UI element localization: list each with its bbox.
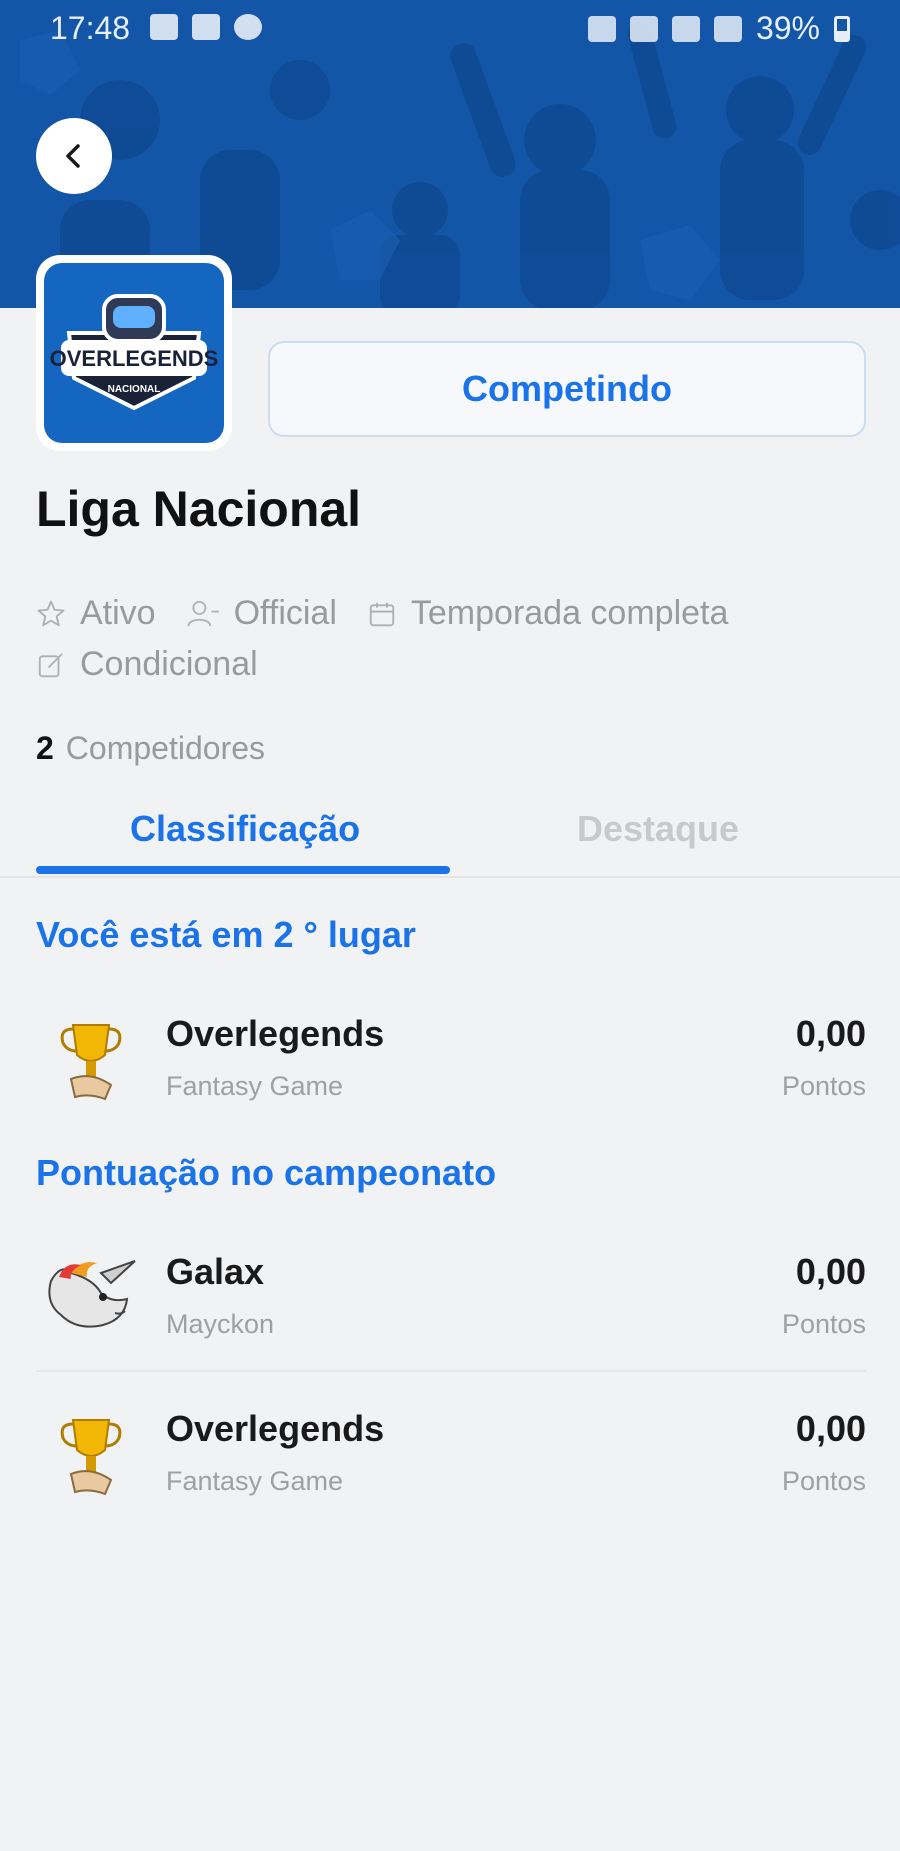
league-meta-row-2: Condicional [36, 645, 288, 684]
entry-subtitle: Fantasy Game [166, 1466, 344, 1496]
list-item[interactable]: Overlegends Fantasy Game 0,00 Pontos [36, 1400, 866, 1520]
edit-icon [38, 652, 63, 677]
image-icon [150, 14, 178, 40]
entry-score-unit: Pontos [781, 1466, 866, 1496]
meta-mode-label: Condicional [80, 645, 258, 683]
user-icon [187, 600, 219, 626]
league-logo: OVERLEGENDS NACIONAL [36, 255, 232, 451]
meta-season-label: Temporada completa [410, 594, 729, 632]
entry-score-unit: Pontos [781, 1309, 866, 1339]
chevron-left-icon [66, 144, 80, 168]
svg-text:NACIONAL: NACIONAL [108, 384, 161, 395]
meta-mode: Condicional [36, 645, 258, 684]
meta-type: Official [186, 594, 337, 633]
meta-season: Temporada completa [367, 594, 729, 633]
volte-icon [629, 15, 658, 42]
battery-icon [834, 15, 850, 42]
entry-subtitle: Mayckon [166, 1309, 275, 1339]
entry-score: 0,00 [795, 1013, 866, 1054]
alarm-icon [587, 15, 616, 42]
my-position-title: Você está em 2 ° lugar [36, 914, 416, 955]
unicorn-icon [36, 1243, 146, 1353]
entry-name: Galax [166, 1251, 265, 1292]
page-title: Liga Nacional [36, 481, 362, 537]
championship-title: Pontuação no campeonato [36, 1152, 497, 1193]
s-app-icon [234, 14, 262, 40]
svg-text:OVERLEGENDS: OVERLEGENDS [50, 346, 219, 371]
list-divider [36, 1370, 866, 1372]
overlegends-shield-logo: OVERLEGENDS NACIONAL [50, 294, 219, 411]
list-item[interactable]: Overlegends Fantasy Game 0,00 Pontos [36, 1005, 866, 1125]
entry-name: Overlegends [166, 1408, 385, 1449]
active-tab-indicator [36, 866, 450, 874]
meta-status: Ativo [36, 594, 156, 633]
meta-status-label: Ativo [80, 594, 156, 632]
competitors-label: Competidores [65, 730, 265, 766]
competitors-number: 2 [36, 730, 54, 766]
tab-destaque[interactable]: Destaque [577, 808, 739, 850]
calendar-icon [369, 602, 395, 626]
entry-score: 0,00 [795, 1408, 866, 1449]
tab-classificacao[interactable]: Classificação [130, 808, 360, 850]
status-notification-icons [150, 14, 262, 40]
meta-type-label: Official [233, 594, 337, 632]
entry-subtitle: Fantasy Game [166, 1071, 344, 1101]
star-icon [37, 600, 65, 626]
status-time: 17:48 [50, 10, 131, 46]
entry-score: 0,00 [795, 1251, 866, 1292]
trophy-icon [36, 1400, 146, 1510]
list-item[interactable]: Galax Mayckon 0,00 Pontos [36, 1243, 866, 1363]
status-bar: 17:48 39% [0, 0, 900, 60]
competitors-count: 2 Competidores [36, 730, 265, 767]
signal-icon [713, 15, 742, 42]
competing-status-button[interactable]: Competindo [268, 341, 866, 437]
back-button[interactable] [36, 118, 112, 194]
data-saver-icon [192, 14, 220, 40]
status-system-icons: 39% [587, 10, 850, 47]
league-meta-row: Ativo Official Temporada completa [36, 594, 758, 633]
wifi-icon [671, 15, 700, 42]
trophy-icon [36, 1005, 146, 1115]
battery-percent: 39% [755, 10, 820, 46]
entry-name: Overlegends [166, 1013, 385, 1054]
entry-score-unit: Pontos [781, 1071, 866, 1101]
